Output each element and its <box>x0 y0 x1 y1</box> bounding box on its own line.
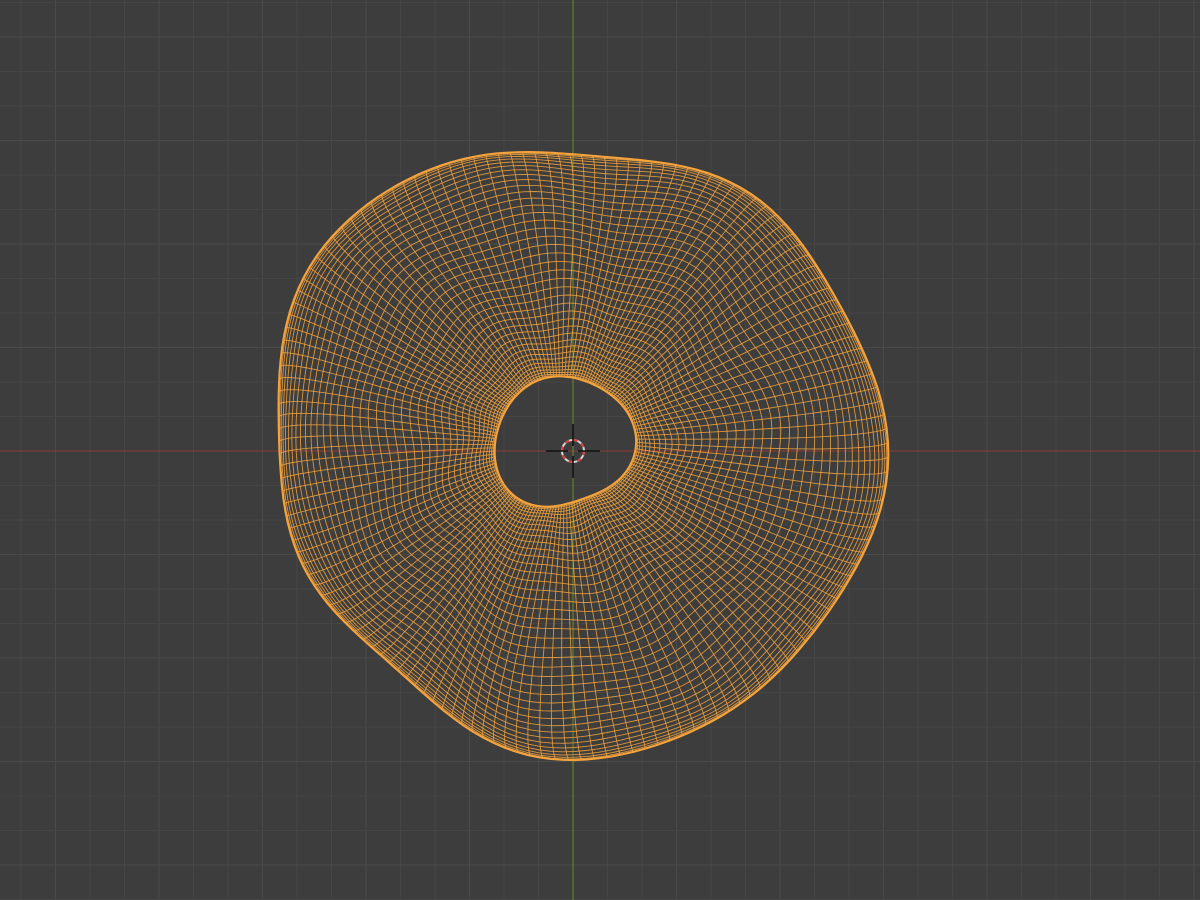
wireframe-segment <box>451 505 538 718</box>
wireframe-segment <box>578 500 646 749</box>
wireframe-segment <box>606 488 780 672</box>
wireframe-segment <box>634 386 878 430</box>
viewport-grid <box>0 0 1200 900</box>
wireframe-segment <box>292 302 506 413</box>
3d-viewport[interactable] <box>0 0 1200 900</box>
wireframe-segment <box>485 154 547 379</box>
wireframe-segment <box>596 492 740 706</box>
wireframe-ring <box>287 161 876 749</box>
wireframe-segment <box>307 474 500 575</box>
wireframe-segment <box>576 158 629 379</box>
wireframe-segment <box>563 153 575 377</box>
wireframe-segment <box>561 504 570 761</box>
wireframe-segment <box>621 276 825 406</box>
wireframe-segment <box>635 413 885 437</box>
wireframe-segment <box>625 299 838 411</box>
wireframe-segment <box>461 506 541 725</box>
wireframe-segment <box>617 254 811 402</box>
wireframe-segment <box>580 499 659 745</box>
wireframe-segment <box>566 503 583 761</box>
wireframe-segment <box>582 498 671 741</box>
wireframe-segment <box>381 194 525 389</box>
wireframe-segment <box>571 156 607 378</box>
wireframe-segment <box>550 504 563 760</box>
wireframe-segment <box>601 190 747 390</box>
